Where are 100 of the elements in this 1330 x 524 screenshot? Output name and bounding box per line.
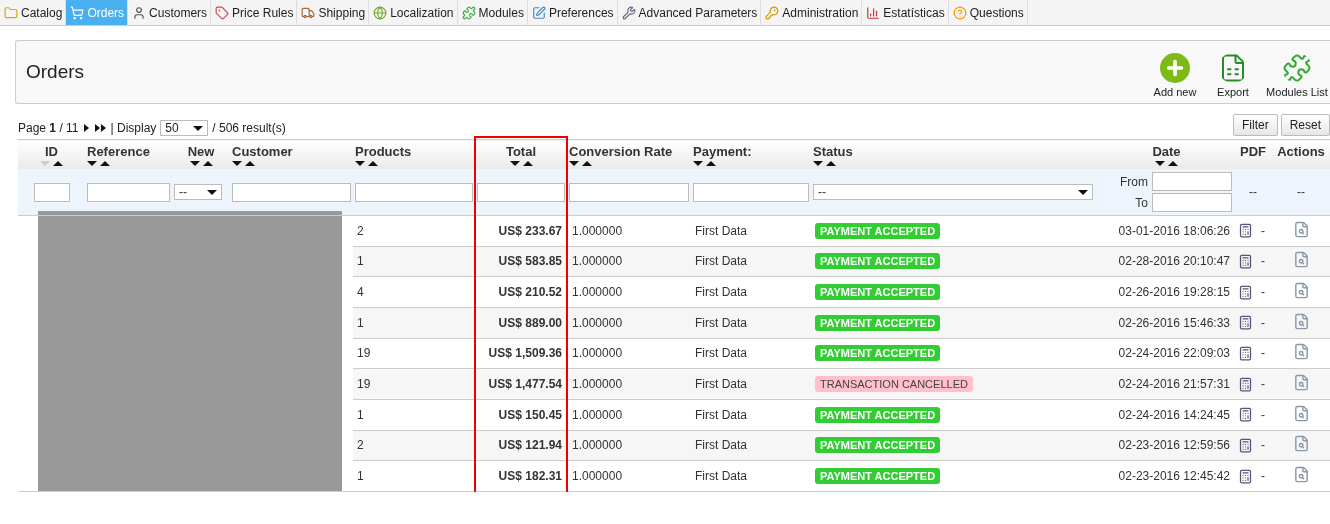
pdf-value: -: [1261, 377, 1265, 392]
column-header: ID: [18, 139, 85, 169]
column-header: Date: [1099, 139, 1234, 169]
calculator-icon[interactable]: [1238, 437, 1253, 453]
next-page-icon[interactable]: [82, 123, 107, 133]
calculator-icon[interactable]: [1238, 376, 1253, 392]
table-cell: US$ 1,477.54: [475, 368, 567, 400]
globe-icon: [373, 5, 388, 20]
table-cell: US$ 210.52: [475, 276, 567, 308]
add-icon: [1160, 52, 1190, 83]
table-cell: 1.000000: [567, 307, 691, 339]
view-icon[interactable]: [1292, 251, 1310, 269]
calculator-icon[interactable]: [1238, 345, 1253, 361]
to-label: To: [1135, 195, 1148, 210]
status-badge: PAYMENT ACCEPTED: [815, 253, 941, 270]
cart-icon: [70, 5, 85, 20]
wrench-icon: [621, 5, 636, 20]
view-icon[interactable]: [1292, 312, 1310, 330]
view-icon[interactable]: [1292, 435, 1310, 453]
toolbar-button[interactable]: Add new: [1148, 52, 1202, 98]
caret-icon: [207, 189, 217, 195]
table-cell: 1.000000: [567, 399, 691, 431]
puzzle-icon: [461, 5, 476, 20]
table-cell: First Data: [691, 246, 811, 277]
page-title: Orders: [26, 61, 85, 83]
calculator-icon[interactable]: [1238, 468, 1253, 484]
table-cell: 1: [353, 399, 475, 431]
filter-select[interactable]: --: [813, 184, 1093, 200]
column-header: Actions: [1272, 139, 1330, 169]
column-header: Total: [475, 139, 567, 169]
column-header: Conversion Rate: [567, 139, 691, 169]
table-cell: 1: [353, 460, 475, 492]
table-cell: First Data: [691, 307, 811, 339]
folder-icon: [4, 5, 18, 20]
calculator-icon[interactable]: [1238, 254, 1253, 269]
table-cell: 03-01-2016 18:06:26: [1099, 215, 1234, 247]
date-to-field[interactable]: [1152, 193, 1232, 212]
table-cell: 1.000000: [567, 276, 691, 308]
calculator-icon[interactable]: [1238, 284, 1253, 300]
status-badge: PAYMENT ACCEPTED: [815, 345, 941, 362]
table-cell: 19: [353, 338, 475, 369]
table-cell: 02-23-2016 12:59:56: [1099, 430, 1234, 461]
table-cell: 2: [353, 215, 475, 247]
filter-field[interactable]: [87, 182, 170, 202]
table-cell: 02-24-2016 22:09:03: [1099, 338, 1234, 369]
view-icon[interactable]: [1292, 220, 1310, 238]
view-icon[interactable]: [1292, 282, 1310, 300]
table-cell: US$ 583.85: [475, 246, 567, 277]
view-icon[interactable]: [1292, 374, 1310, 392]
table-cell: 1: [353, 246, 475, 277]
date-from-field[interactable]: [1152, 172, 1232, 191]
table-cell: 1: [353, 307, 475, 339]
filter-button[interactable]: Reset: [1280, 114, 1330, 136]
filter-field[interactable]: [232, 182, 351, 202]
filter-select[interactable]: --: [174, 184, 222, 200]
table-cell: US$ 121.94: [475, 430, 567, 461]
table-cell: US$ 1,509.36: [475, 338, 567, 369]
filter-field[interactable]: [693, 182, 809, 202]
filter-field[interactable]: [569, 182, 689, 202]
table-cell: US$ 889.00: [475, 307, 567, 339]
toolbar-button[interactable]: Export: [1210, 52, 1256, 98]
view-icon[interactable]: [1292, 404, 1310, 422]
filter-button[interactable]: Filter: [1232, 114, 1278, 136]
page-indicator: Page 1 / 11: [18, 121, 79, 135]
filter-field[interactable]: [355, 182, 473, 202]
table-cell: 1.000000: [567, 430, 691, 461]
table-cell: 02-23-2016 12:45:42: [1099, 460, 1234, 492]
user-icon: [132, 5, 147, 20]
status-badge: PAYMENT ACCEPTED: [815, 468, 941, 485]
pen-icon: [531, 5, 546, 20]
pdf-value: -: [1261, 285, 1265, 300]
filter-field[interactable]: [477, 182, 565, 202]
empty-filter: --: [1249, 185, 1257, 199]
status-badge: PAYMENT ACCEPTED: [815, 437, 941, 454]
empty-filter: --: [1297, 185, 1305, 199]
view-icon[interactable]: [1292, 466, 1310, 484]
tag-icon: [215, 5, 230, 20]
key-icon: [765, 5, 780, 20]
table-cell: First Data: [691, 215, 811, 247]
column-header: PDF: [1234, 139, 1272, 169]
table-cell: First Data: [691, 430, 811, 461]
column-header: New: [172, 139, 230, 169]
view-icon[interactable]: [1292, 343, 1310, 361]
column-header: Customer: [230, 139, 353, 169]
toolbar-button[interactable]: Modules List: [1264, 52, 1330, 98]
filter-field[interactable]: [33, 182, 70, 202]
calculator-icon[interactable]: [1238, 315, 1253, 331]
pdf-value: -: [1261, 315, 1265, 330]
per-page-select[interactable]: 50: [160, 120, 209, 136]
calculator-icon[interactable]: [1238, 407, 1253, 423]
table-cell: First Data: [691, 338, 811, 369]
pdf-value: -: [1261, 254, 1265, 269]
puzzle-icon: [1282, 52, 1312, 83]
pdf-value: -: [1261, 438, 1265, 453]
table-cell: 1.000000: [567, 338, 691, 369]
help-icon: [952, 5, 967, 20]
calculator-icon[interactable]: [1238, 223, 1253, 239]
display-label: | Display: [110, 121, 157, 135]
status-badge: TRANSACTION CANCELLED: [815, 376, 973, 393]
table-cell: 19: [353, 368, 475, 400]
